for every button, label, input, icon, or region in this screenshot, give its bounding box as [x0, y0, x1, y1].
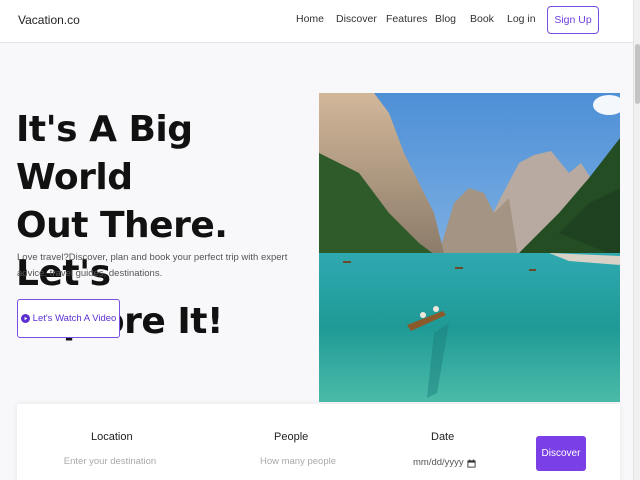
watch-video-label: Let's Watch A Video [32, 313, 117, 324]
nav-link-book[interactable]: Book [470, 13, 494, 25]
signup-button[interactable]: Sign Up [547, 6, 599, 34]
hero-landscape-image [319, 93, 620, 402]
nav-link-home[interactable]: Home [296, 13, 324, 25]
brand-logo[interactable]: Vacation.co [18, 13, 80, 27]
scrollbar-thumb[interactable] [635, 44, 640, 104]
people-input[interactable] [243, 456, 353, 467]
mountain-lake-boat-photo [319, 93, 620, 402]
hero-title-line: It's A Big World [16, 109, 193, 198]
location-input[interactable] [55, 456, 165, 467]
people-label: People [274, 431, 309, 443]
nav-link-blog[interactable]: Blog [435, 13, 456, 25]
date-label: Date [431, 431, 455, 443]
discover-button[interactable]: Discover [536, 436, 586, 471]
calendar-icon[interactable] [467, 459, 476, 468]
hero-subtitle: Love travel?Discover, plan and book your… [17, 252, 288, 279]
nav-link-discover[interactable]: Discover [336, 13, 377, 25]
play-circle-icon [20, 314, 30, 323]
page-scrollbar[interactable] [633, 0, 640, 480]
nav-link-login[interactable]: Log in [507, 13, 536, 25]
search-panel: Location People Date mm/dd/yyyy Discover [17, 404, 620, 480]
top-navbar: Vacation.co Home Discover Features Blog … [0, 0, 640, 43]
nav-link-features[interactable]: Features [386, 13, 427, 25]
watch-video-button[interactable]: Let's Watch A Video [17, 299, 120, 338]
location-label: Location [91, 431, 133, 443]
